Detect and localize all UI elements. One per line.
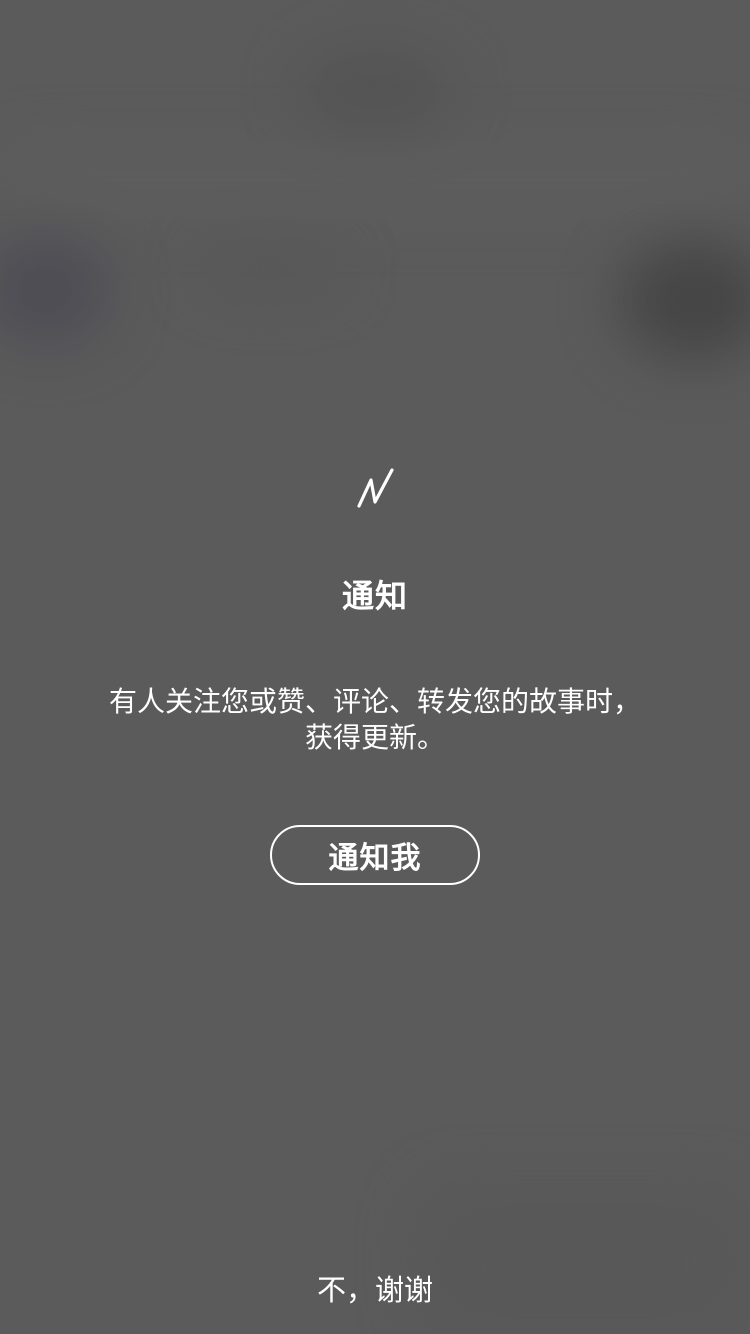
notify-me-button[interactable]: 通知我 (270, 825, 480, 885)
description-text: 有人关注您或赞、评论、转发您的故事时， 获得更新。 (70, 684, 680, 756)
page-title: 通知 (341, 577, 408, 615)
lightning-n-logo-icon (357, 468, 394, 508)
prompt-content: 通知 有人关注您或赞、评论、转发您的故事时， 获得更新。 通知我 不，谢谢 (0, 0, 750, 1334)
no-thanks-button[interactable]: 不，谢谢 (0, 1270, 750, 1310)
description-line-2: 获得更新。 (304, 721, 445, 754)
notification-permission-screen: 通知 有人关注您或赞、评论、转发您的故事时， 获得更新。 通知我 不，谢谢 (0, 0, 750, 1334)
description-line-1: 有人关注您或赞、评论、转发您的故事时， (108, 685, 641, 718)
